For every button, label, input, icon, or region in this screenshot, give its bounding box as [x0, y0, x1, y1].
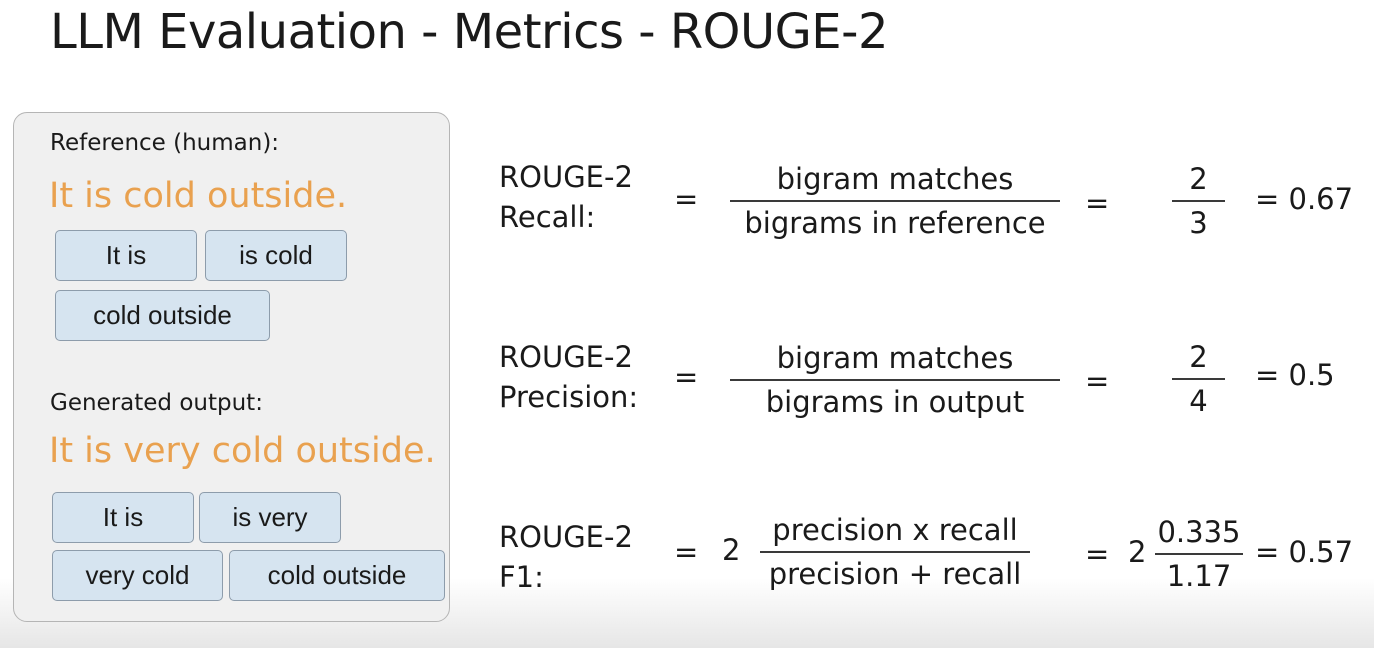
recall-equals-2: = [1085, 186, 1110, 220]
f1-equals: = [674, 535, 699, 569]
generated-bigram-chip: very cold [52, 550, 223, 601]
precision-label-line2: Precision: [499, 380, 639, 414]
example-panel: Reference (human): It is cold outside. I… [13, 112, 450, 622]
recall-fraction: bigram matches bigrams in reference [730, 160, 1060, 242]
recall-label-line1: ROUGE-2 [499, 160, 633, 194]
recall-value-denominator: 3 [1189, 205, 1208, 240]
f1-fraction: precision x recall precision + recall [760, 511, 1030, 593]
fraction-bar [1155, 553, 1243, 555]
precision-label-line1: ROUGE-2 [499, 340, 633, 374]
recall-denominator: bigrams in reference [744, 205, 1046, 240]
generated-sentence: It is very cold outside. [49, 431, 436, 471]
recall-numerator: bigram matches [776, 162, 1014, 196]
fraction-bar [1172, 378, 1225, 380]
f1-result: = 0.57 [1255, 535, 1354, 569]
f1-coefficient: 2 [722, 533, 741, 567]
reference-sentence: It is cold outside. [49, 176, 348, 216]
reference-label: Reference (human): [50, 130, 280, 156]
precision-value-denominator: 4 [1189, 383, 1208, 418]
precision-denominator: bigrams in output [765, 384, 1025, 419]
recall-equals: = [674, 182, 699, 216]
recall-result: = 0.67 [1255, 182, 1354, 216]
precision-value-numerator: 2 [1189, 340, 1208, 374]
fraction-bar [1172, 200, 1225, 202]
slide-title: LLM Evaluation - Metrics - ROUGE-2 [50, 4, 888, 60]
f1-numerator: precision x recall [772, 513, 1018, 547]
f1-equals-2: = [1085, 537, 1110, 571]
precision-fraction: bigram matches bigrams in output [730, 339, 1060, 421]
fraction-bar [760, 551, 1030, 553]
recall-value-numerator: 2 [1189, 162, 1208, 196]
generated-bigram-chip: is very [199, 492, 341, 543]
reference-bigram-chip: is cold [205, 230, 347, 281]
generated-label: Generated output: [50, 390, 263, 416]
recall-value-fraction: 2 3 [1172, 160, 1225, 242]
fraction-bar [730, 200, 1060, 202]
f1-value-coefficient: 2 [1128, 535, 1147, 569]
generated-bigram-chip: cold outside [229, 550, 445, 601]
fraction-bar [730, 379, 1060, 381]
generated-bigram-chip: It is [52, 492, 194, 543]
precision-result: = 0.5 [1255, 358, 1335, 392]
f1-label-line2: F1: [499, 560, 544, 594]
precision-value-fraction: 2 4 [1172, 338, 1225, 420]
recall-label-line2: Recall: [499, 200, 596, 234]
f1-value-denominator: 1.17 [1166, 558, 1232, 593]
f1-denominator: precision + recall [768, 556, 1022, 591]
f1-value-fraction: 0.335 1.17 [1155, 513, 1243, 595]
precision-numerator: bigram matches [776, 341, 1014, 375]
reference-bigram-chip: It is [55, 230, 197, 281]
f1-value-numerator: 0.335 [1157, 515, 1241, 549]
f1-label-line1: ROUGE-2 [499, 520, 633, 554]
reference-bigram-chip: cold outside [55, 290, 270, 341]
precision-equals-2: = [1085, 364, 1110, 398]
precision-equals: = [674, 360, 699, 394]
